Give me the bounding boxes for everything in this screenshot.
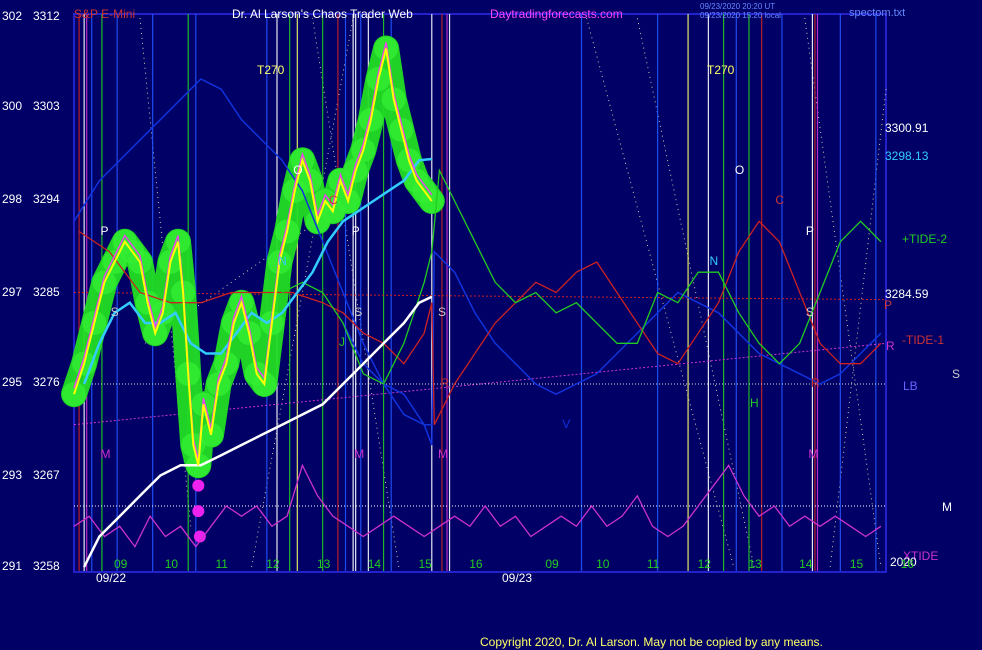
cycle-marker: R (810, 376, 820, 390)
copyright-notice: Copyright 2020, Dr. Al Larson. May not b… (480, 635, 823, 649)
dotted-line (804, 17, 882, 568)
cycle-marker: J (338, 335, 345, 350)
y-tick-right: 3276 (33, 375, 60, 389)
cycle-marker: M (808, 447, 819, 462)
y-tick-left: 293 (2, 468, 23, 482)
x-tick-label: 12 (266, 557, 280, 571)
y-tick-right: 3312 (33, 9, 60, 23)
r-label: P (884, 298, 893, 312)
symbol-label: S&P E-Mini (74, 7, 136, 21)
x-tick-label: 12 (697, 557, 711, 571)
low-marker-dot (192, 479, 205, 492)
cycle-marker: M (100, 447, 111, 462)
x-tick-label: 13 (317, 557, 331, 571)
x-tick-label: 09 (114, 557, 128, 571)
y-tick-right: 3267 (33, 468, 60, 482)
cycle-marker: M (354, 447, 365, 462)
date-label: 09/22 (96, 571, 127, 585)
y-tick-right: 3303 (33, 99, 60, 113)
cycle-marker: O (293, 162, 303, 177)
blue-curve-line (342, 250, 882, 446)
y-tick-left: 291 (2, 559, 23, 573)
y-tick-right: 3258 (33, 559, 60, 573)
s-label: S (952, 367, 961, 381)
x-tick-label: 11 (215, 557, 228, 571)
cycle-marker: M (437, 447, 448, 462)
y-tick-left: 300 (2, 99, 23, 113)
cycle-marker: P (100, 223, 109, 238)
x-tick-label: 14 (367, 557, 382, 571)
m-label: R (886, 339, 895, 353)
cycle-marker: P (805, 223, 814, 238)
lb-label: LB (903, 379, 918, 393)
cycle-marker: S (805, 304, 814, 319)
fast-ma-label: 3298.13 (885, 149, 929, 163)
timestamp-ut: 09/23/2020 20:20 UT (700, 2, 776, 11)
cycle-marker: N (278, 254, 287, 268)
chart-canvas (61, 13, 887, 573)
x-tick-label: 10 (596, 557, 610, 571)
y-tick-left: 298 (2, 192, 23, 206)
price-glow (61, 35, 445, 543)
x-tick-label: 15 (849, 557, 864, 571)
x-tick-label: 16 (469, 557, 483, 571)
y-tick-right: 3294 (33, 192, 60, 206)
cycle-marker: R (440, 376, 450, 390)
x-tick-label: 14 (799, 557, 813, 571)
t270-label: T270 (707, 63, 735, 77)
t270-label: T270 (257, 63, 285, 77)
chart-window: S&P E-Mini Dr. Al Larson's Chaos Trader … (0, 0, 982, 650)
dotted-line (586, 17, 735, 568)
cycle-marker: C (328, 193, 338, 207)
x-tick-label: 13 (748, 557, 762, 571)
timestamp-local: 09/23/2020 15:20 local (700, 11, 781, 20)
tide-minus-label: -TIDE-1 (902, 333, 944, 347)
cycle-marker: C (775, 193, 785, 207)
p-label: M (942, 500, 952, 514)
cycle-marker: H (750, 396, 759, 411)
low-marker-dot (192, 505, 205, 518)
y-tick-left: 297 (2, 285, 23, 299)
cycle-marker: S (354, 304, 363, 319)
chart-title: Dr. Al Larson's Chaos Trader Web (232, 7, 413, 21)
x-tick-label: 11 (646, 557, 660, 571)
cycle-marker: N (709, 254, 719, 268)
y-tick-right: 3285 (33, 285, 60, 299)
chart-file-label: spectom.txt (849, 7, 906, 19)
x-tick-label: 16 (900, 557, 914, 571)
last-price-label: 3300.91 (885, 121, 929, 135)
x-tick-label: 15 (418, 557, 432, 571)
cycle-marker: S (110, 304, 119, 319)
cycle-marker: O (734, 162, 745, 177)
tide-plus-label: +TIDE-2 (902, 232, 948, 246)
site-link[interactable]: Daytradingforecasts.com (490, 8, 623, 21)
cycle-marker: V (562, 416, 571, 431)
cycle-marker: S (437, 304, 446, 319)
cycle-marker: P (351, 223, 360, 238)
dotted-line (829, 89, 887, 568)
y-tick-left: 302 (2, 9, 23, 23)
x-tick-label: 09 (545, 557, 559, 571)
y-tick-left: 295 (2, 375, 23, 389)
date-label: 09/23 (502, 571, 533, 585)
x-tick-label: 10 (164, 557, 179, 571)
